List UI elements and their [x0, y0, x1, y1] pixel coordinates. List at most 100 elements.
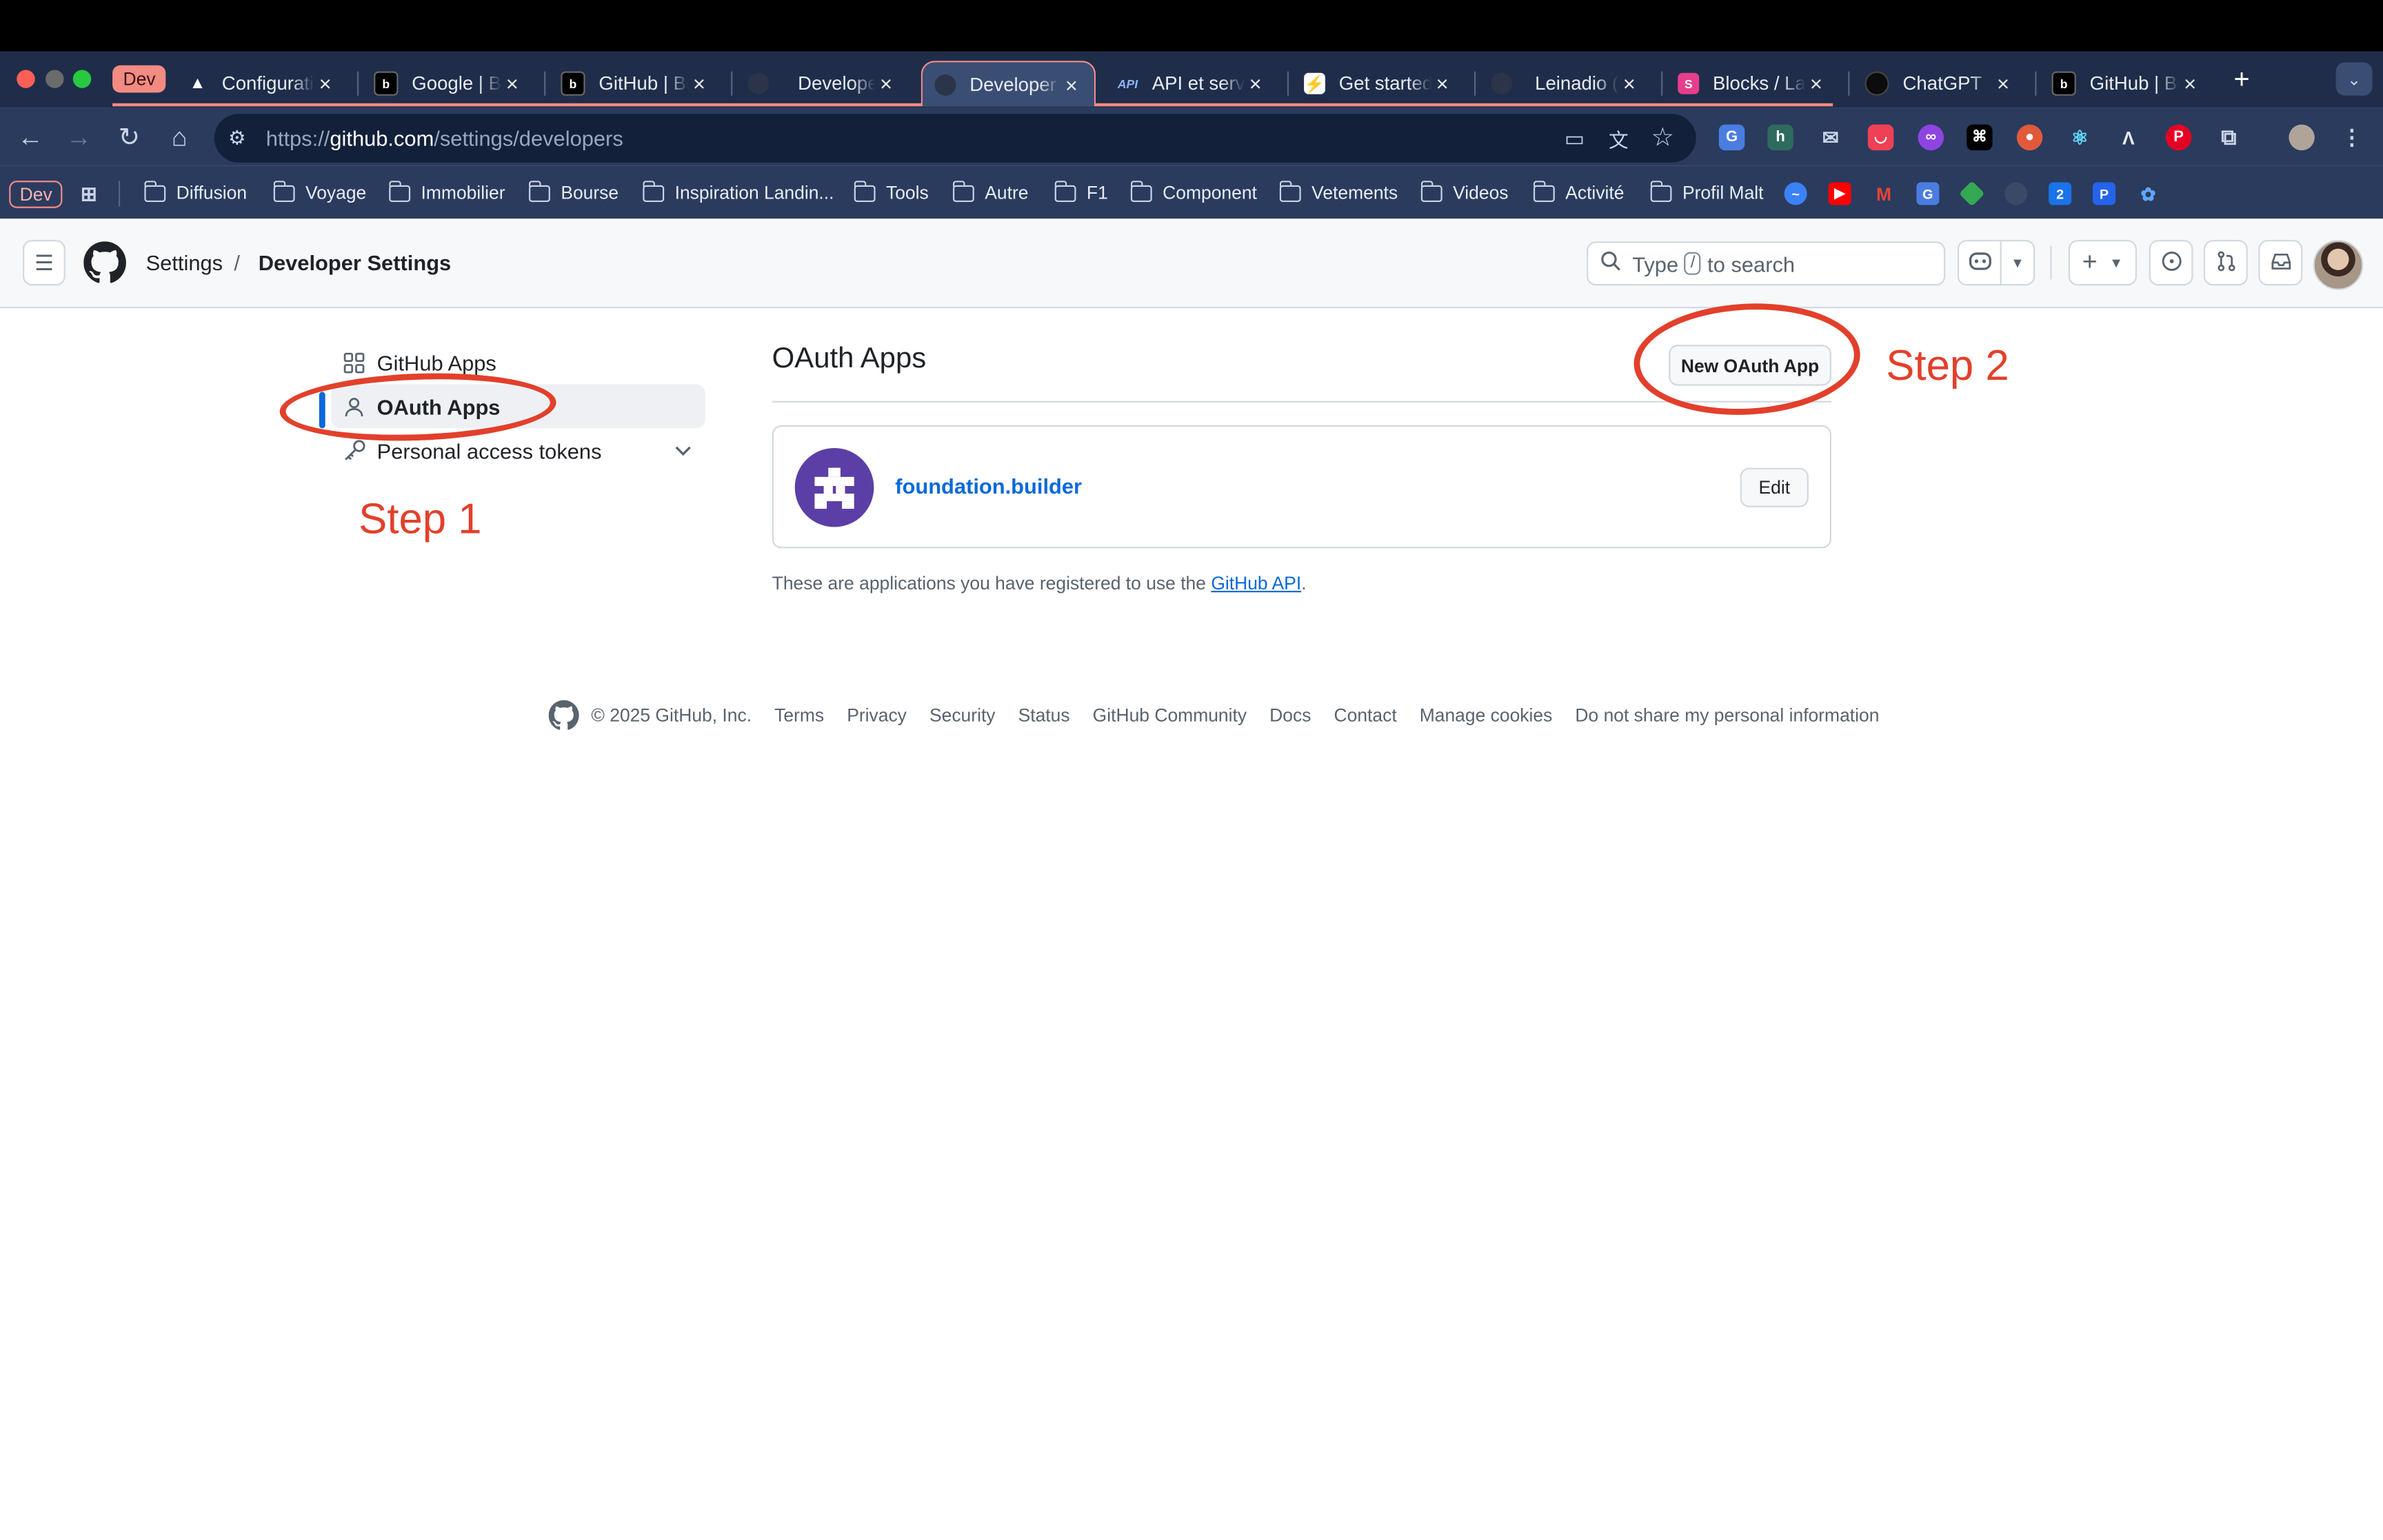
footer-link-security[interactable]: Security [929, 705, 996, 726]
bookmark-group-dev[interactable]: Dev [9, 181, 63, 208]
site-settings-icon[interactable]: ⚙ [222, 123, 252, 153]
bookmark-folder[interactable]: Tools [854, 179, 929, 207]
command-extension-icon[interactable]: ⌘ [1967, 124, 1993, 151]
browser-tab[interactable]: ⚡ Get started × [1291, 61, 1465, 106]
bookmark-star-icon[interactable]: ☆ [1647, 123, 1678, 153]
close-tab-icon[interactable]: × [2180, 72, 2201, 96]
close-tab-icon[interactable]: × [1993, 72, 2014, 96]
github-mark-icon[interactable] [548, 700, 579, 731]
mail-extension-icon[interactable]: ✉ [1818, 125, 1843, 150]
youtube-bookmark-icon[interactable]: ▶ [1828, 182, 1851, 205]
calendar-bookmark-icon[interactable]: 2 [2049, 182, 2072, 205]
bookmark-folder[interactable]: Activité [1533, 179, 1624, 207]
bookmark-folder[interactable]: Videos [1420, 179, 1509, 207]
footer-link-manage-cookies[interactable]: Manage cookies [1420, 705, 1553, 726]
close-tab-icon[interactable]: × [1805, 72, 1827, 96]
pinterest-extension-icon[interactable]: P [2165, 124, 2192, 151]
tab-search-chevron-icon[interactable]: ⌄ [2335, 62, 2373, 96]
extension-icon[interactable]: ● [2016, 124, 2043, 151]
close-tab-icon[interactable]: × [688, 72, 710, 96]
github-bookmark-icon[interactable] [2004, 182, 2028, 205]
github-logo-icon[interactable] [83, 241, 126, 284]
translate-icon[interactable]: 文 [1603, 123, 1633, 153]
extension-icon[interactable]: h [1767, 124, 1793, 151]
breadcrumb-settings-link[interactable]: Settings [146, 251, 223, 275]
bookmark-folder[interactable]: Inspiration Landin... [642, 179, 834, 207]
bookmark-folder[interactable]: F1 [1054, 179, 1108, 207]
browser-tab[interactable]: b Google | Better Auth × [362, 61, 535, 106]
bookmark-folder[interactable]: Bourse [528, 179, 619, 207]
browser-tab[interactable]: Developer applications × [736, 61, 909, 106]
browser-tab[interactable]: ▲ Configuration × [174, 61, 348, 106]
pull-requests-button[interactable] [2203, 240, 2248, 286]
profile-avatar-icon[interactable] [2289, 124, 2315, 151]
react-devtools-icon[interactable]: ⚛ [2067, 125, 2093, 150]
user-avatar[interactable] [2313, 240, 2364, 290]
search-icon [1600, 251, 1622, 276]
close-tab-icon[interactable]: × [501, 72, 523, 96]
footer-link-privacy[interactable]: Privacy [847, 705, 907, 726]
bookmark-folder[interactable]: Diffusion [143, 179, 247, 207]
close-tab-icon[interactable]: × [1618, 72, 1640, 96]
browser-tab[interactable]: ChatGPT × [1853, 61, 2026, 106]
pocket-extension-icon[interactable]: ◡ [1867, 124, 1894, 151]
bookmark-app-icon[interactable]: P [2093, 182, 2116, 205]
github-api-link[interactable]: GitHub API [1211, 573, 1301, 594]
browser-tab-active[interactable]: Developer applications × [921, 61, 1096, 107]
edit-app-button[interactable]: Edit [1740, 467, 1809, 507]
reload-icon[interactable]: ↻ [114, 123, 144, 153]
browser-tab[interactable]: b GitHub | Better Auth × [2040, 61, 2213, 106]
browser-tab[interactable]: b GitHub | Better Auth × [549, 61, 722, 106]
install-app-icon[interactable]: ▭ [1559, 123, 1589, 153]
hamburger-menu-icon[interactable]: ☰ [23, 240, 66, 286]
footer-link-docs[interactable]: Docs [1269, 705, 1311, 726]
copilot-button[interactable]: ▼ [1957, 240, 2035, 286]
close-tab-icon[interactable]: × [1431, 72, 1453, 96]
url-text[interactable]: https://github.com/settings/developers [266, 126, 623, 150]
apps-grid-icon[interactable]: ⊞ [77, 181, 100, 205]
extension-icon[interactable]: ∞ [1918, 124, 1944, 151]
create-new-button[interactable]: + ▼ [2068, 240, 2137, 286]
oauth-app-name-link[interactable]: foundation.builder [895, 474, 1082, 498]
close-tab-icon[interactable]: × [314, 72, 336, 96]
close-tab-icon[interactable]: × [1060, 72, 1082, 97]
google-translate-extension-icon[interactable]: G [1718, 124, 1745, 151]
bookmark-folder[interactable]: Vetements [1279, 179, 1398, 207]
gmail-bookmark-icon[interactable]: M [1872, 182, 1895, 205]
close-tab-icon[interactable]: × [876, 72, 897, 96]
sidebar-item-label: GitHub Apps [376, 349, 496, 375]
bookmark-folder[interactable]: Autre [952, 179, 1028, 207]
chevron-down-icon[interactable] [675, 440, 692, 461]
breadcrumb-current[interactable]: Developer Settings [259, 251, 452, 275]
bookmark-folder[interactable]: Voyage [273, 179, 366, 207]
browser-tab[interactable]: S Blocks / Laravel × [1666, 61, 1839, 106]
tab-group-label[interactable]: Dev [112, 65, 167, 93]
translate-bookmark-icon[interactable]: G [1916, 182, 1940, 205]
paw-bookmark-icon[interactable]: ✿ [2137, 182, 2160, 205]
browser-tab[interactable]: Leinadio (Daniel) × [1479, 61, 1652, 106]
messenger-bookmark-icon[interactable]: ~ [1784, 182, 1807, 205]
search-input[interactable]: Type / to search [1587, 241, 1946, 286]
footer-link-terms[interactable]: Terms [774, 705, 824, 726]
bookmark-folder[interactable]: Immobilier [388, 179, 505, 207]
forward-arrow-icon[interactable]: → [64, 123, 94, 153]
issues-button[interactable] [2149, 240, 2193, 286]
home-icon[interactable]: ⌂ [164, 123, 194, 153]
minimize-window-button[interactable] [46, 70, 64, 88]
zoom-window-button[interactable] [72, 70, 92, 88]
inbox-button[interactable] [2258, 240, 2303, 286]
footer-link-do-not-share[interactable]: Do not share my personal information [1575, 705, 1879, 726]
new-tab-icon[interactable]: + [2226, 63, 2257, 94]
browser-tab[interactable]: API API et services × [1105, 61, 1278, 106]
footer-link-community[interactable]: GitHub Community [1093, 705, 1247, 726]
extensions-puzzle-icon[interactable]: ⧉ [2216, 125, 2242, 150]
extension-icon[interactable]: Λ [2115, 125, 2141, 150]
close-tab-icon[interactable]: × [1245, 72, 1266, 96]
back-arrow-icon[interactable]: ← [15, 123, 46, 153]
footer-link-contact[interactable]: Contact [1334, 705, 1397, 726]
browser-menu-icon[interactable]: ⋮ [2339, 125, 2364, 150]
footer-link-status[interactable]: Status [1018, 705, 1070, 726]
bookmark-folder[interactable]: Component [1130, 179, 1257, 207]
close-window-button[interactable] [17, 70, 35, 88]
bookmark-folder[interactable]: Profil Malt [1649, 179, 1764, 207]
